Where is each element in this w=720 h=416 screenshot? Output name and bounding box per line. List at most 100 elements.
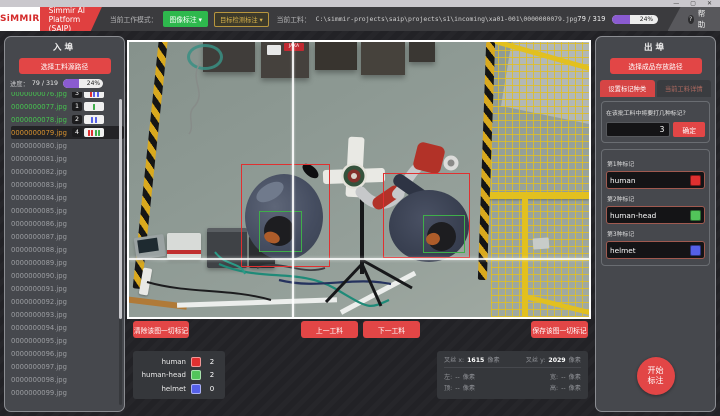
mark-color-bar <box>93 92 95 97</box>
bbox-human-head-2[interactable] <box>423 215 465 253</box>
next-file-button[interactable]: 下一工料 <box>363 321 420 338</box>
start-annotation-button[interactable]: 开始 标注 <box>637 357 675 395</box>
maximize-icon[interactable]: ▢ <box>690 1 696 7</box>
file-row[interactable]: 0000000094.jpg <box>11 321 124 334</box>
legend-panel: human2human-head2helmet0 <box>133 351 225 399</box>
file-row[interactable]: 0000000076.jpg3 <box>11 92 124 100</box>
mark-type-value: helmet <box>610 246 690 255</box>
mark-type-label: 第3种标记 <box>607 229 704 238</box>
file-row[interactable]: 0000000079.jpg4 <box>11 126 124 139</box>
mark-type-input[interactable]: human-head <box>606 206 705 224</box>
scrollbar-thumb[interactable] <box>119 99 123 319</box>
file-name: 0000000086.jpg <box>11 220 72 228</box>
file-row[interactable]: 0000000091.jpg <box>11 282 124 295</box>
progress-counter: 79 / 319 <box>32 80 58 87</box>
file-name: 0000000089.jpg <box>11 259 72 267</box>
confirm-button[interactable]: 确定 <box>673 122 705 137</box>
legend-label: helmet <box>140 385 186 393</box>
file-row[interactable]: 0000000092.jpg <box>11 295 124 308</box>
mark-color-swatch[interactable] <box>690 175 701 186</box>
file-name: 0000000082.jpg <box>11 168 72 176</box>
import-progress: 进度： 79 / 319 24% <box>5 79 124 88</box>
mark-type-label: 第2种标记 <box>607 194 704 203</box>
select-source-path-button[interactable]: 选择工料源路径 <box>19 58 111 74</box>
cross-y-label: 叉丝 y: <box>526 355 546 364</box>
box-height-value: -- <box>561 385 565 392</box>
file-row[interactable]: 0000000090.jpg <box>11 269 124 282</box>
help-icon: ? <box>688 15 694 24</box>
coordinates-panel: 叉丝 x: 1615 像素 叉丝 y: 2029 像素 左: -- 像素 宽: … <box>437 351 588 399</box>
mark-color-bar <box>97 92 99 97</box>
mark-type-input[interactable]: helmet <box>606 241 705 259</box>
box-width-unit: 像素 <box>569 372 581 381</box>
mark-type-value: human-head <box>610 211 690 220</box>
file-row[interactable]: 0000000078.jpg2 <box>11 113 124 126</box>
mark-color-swatch[interactable] <box>690 210 701 221</box>
import-panel: 入埠 选择工料源路径 进度： 79 / 319 24% 0000000076.j… <box>4 36 125 412</box>
box-width-value: -- <box>561 374 565 381</box>
help-label: 帮助 <box>698 8 708 30</box>
file-name: 0000000093.jpg <box>11 311 72 319</box>
app-title: Simmir AI Platform (SAIP) <box>40 7 102 31</box>
help-button[interactable]: ? 帮助 <box>668 7 720 31</box>
select-output-path-button[interactable]: 选择成品存放路径 <box>610 58 702 74</box>
mark-color-bar <box>93 104 95 110</box>
mark-color-bar <box>88 130 90 136</box>
start-line1: 开始 <box>648 366 664 375</box>
box-left-unit: 像素 <box>463 372 475 381</box>
file-row[interactable]: 0000000087.jpg <box>11 230 124 243</box>
file-row[interactable]: 0000000084.jpg <box>11 191 124 204</box>
file-row[interactable]: 0000000082.jpg <box>11 165 124 178</box>
mark-color-bar <box>91 117 93 123</box>
file-row[interactable]: 0000000085.jpg <box>11 204 124 217</box>
tab-set-mark-types[interactable]: 设置标记种类 <box>600 80 655 97</box>
file-row[interactable]: 0000000088.jpg <box>11 243 124 256</box>
save-marks-button[interactable]: 保存该图一切标记 <box>531 321 588 338</box>
mark-count-input[interactable] <box>606 122 670 137</box>
os-titlebar: — ▢ ✕ <box>0 0 720 7</box>
file-row[interactable]: 0000000077.jpg1 <box>11 100 124 113</box>
clear-marks-button[interactable]: 清除该图一切标记 <box>133 321 189 338</box>
mode-detect-dropdown[interactable]: 目标检测标注 ▾ <box>214 12 269 27</box>
file-row[interactable]: 0000000089.jpg <box>11 256 124 269</box>
file-row[interactable]: 0000000096.jpg <box>11 347 124 360</box>
file-name: 0000000094.jpg <box>11 324 72 332</box>
mark-color-bars <box>84 128 104 137</box>
file-row[interactable]: 0000000098.jpg <box>11 373 124 386</box>
mark-type-input[interactable]: human <box>606 171 705 189</box>
file-row[interactable]: 0000000080.jpg <box>11 139 124 152</box>
legend-count: 2 <box>206 371 218 379</box>
file-name: 0000000096.jpg <box>11 350 72 358</box>
file-row[interactable]: 0000000095.jpg <box>11 334 124 347</box>
tab-current-file-details[interactable]: 当前工料详情 <box>657 80 712 97</box>
file-row[interactable]: 0000000081.jpg <box>11 152 124 165</box>
info-divider <box>444 367 581 368</box>
import-progress-bar: 24% <box>63 79 103 88</box>
file-row[interactable]: 0000000099.jpg <box>11 386 124 398</box>
legend-color-swatch <box>191 370 201 380</box>
file-name: 0000000097.jpg <box>11 363 72 371</box>
image-viewer-frame: JAKA <box>127 40 591 319</box>
file-list[interactable]: 0000000076.jpg30000000077.jpg10000000078… <box>5 92 124 398</box>
mark-color-bars <box>84 92 104 98</box>
prev-file-button[interactable]: 上一工料 <box>301 321 358 338</box>
crosshair-horizontal <box>129 258 589 260</box>
mode-image-dropdown[interactable]: 图像标注 ▾ <box>163 11 208 27</box>
file-name: 0000000088.jpg <box>11 246 72 254</box>
close-icon[interactable]: ✕ <box>707 1 712 7</box>
file-list-scrollbar[interactable] <box>119 99 123 405</box>
mark-color-swatch[interactable] <box>690 245 701 256</box>
mark-count-badge: 3 <box>72 92 82 98</box>
annotation-canvas[interactable]: JAKA <box>129 42 589 317</box>
mark-types-box: 第1种标记human第2种标记human-head第3种标记helmet <box>601 149 710 266</box>
minimize-icon[interactable]: — <box>673 1 679 7</box>
box-top-value: -- <box>455 385 459 392</box>
file-name: 0000000085.jpg <box>11 207 72 215</box>
file-row[interactable]: 0000000093.jpg <box>11 308 124 321</box>
file-row[interactable]: 0000000083.jpg <box>11 178 124 191</box>
file-name: 0000000084.jpg <box>11 194 72 202</box>
file-row[interactable]: 0000000097.jpg <box>11 360 124 373</box>
file-row[interactable]: 0000000086.jpg <box>11 217 124 230</box>
file-name: 0000000098.jpg <box>11 376 72 384</box>
bbox-human-head-1[interactable] <box>259 211 302 252</box>
